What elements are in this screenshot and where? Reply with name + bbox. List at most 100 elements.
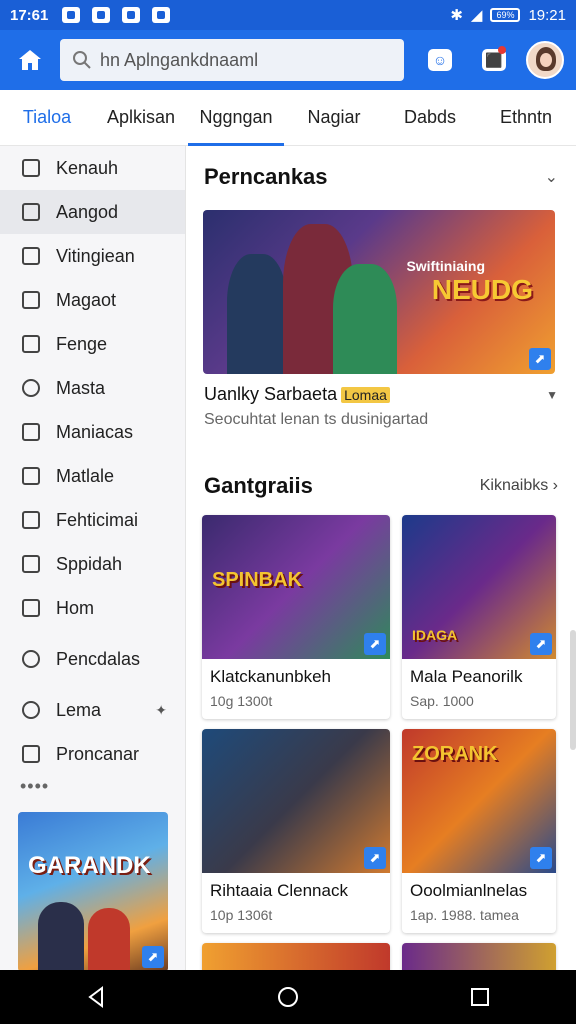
sidebar-item-label: Proncanar — [56, 743, 140, 764]
sidebar-item-sppidah[interactable]: Sppidah — [0, 542, 185, 586]
sidebar-item-fenge[interactable]: Fenge — [0, 322, 185, 366]
featured-subtitle: Seocuhtat lenan ts dusinigartad — [204, 411, 429, 428]
featured-caption: Uanlky Sarbaeta Lomaa ▼ Seocuhtat lenan t… — [186, 374, 576, 429]
home-button[interactable] — [12, 42, 48, 78]
game-card[interactable]: ZORANK ⬈ Ooolmianlnelas 1ap. 1988. tamea — [402, 729, 556, 933]
open-icon[interactable]: ⬈ — [529, 348, 551, 370]
see-all-link[interactable]: Kiknaibks › — [480, 477, 558, 495]
sidebar-item-label: Vitingiean — [56, 245, 135, 266]
sidebar-item-label: Fenge — [56, 333, 108, 354]
sidebar-item-label: Sppidah — [56, 553, 123, 574]
game-title: Rihtaaia Clennack — [210, 881, 348, 900]
featured-title: Perncankas — [204, 164, 328, 189]
game-title: Ooolmianlnelas — [410, 881, 528, 900]
featured-game-title: Uanlky Sarbaeta Lomaa — [204, 384, 390, 405]
document-icon — [22, 555, 40, 573]
sidebar-promo-banner[interactable]: GARANDK ⬈ — [18, 812, 168, 970]
sidebar-item-label: Pencdalas — [56, 648, 141, 669]
sidebar-item-kenauh[interactable]: Kenauh — [0, 146, 185, 190]
app-notification-icon — [62, 7, 81, 23]
games-title: Gantgraiis — [204, 473, 313, 498]
tab-aplkisan[interactable]: Aplkisan — [94, 90, 188, 146]
scrollbar[interactable] — [570, 630, 576, 750]
app-notification-icon — [92, 7, 111, 23]
crop-icon — [22, 511, 40, 529]
game-card[interactable]: IDAGA ⬈ Mala Peanorilk Sap. 1000 — [402, 515, 556, 719]
game-grid: SPINBAK ⬈ Klatckanunbkeh 10g 1300t IDAGA… — [202, 515, 576, 970]
folder-icon — [22, 159, 40, 177]
sidebar-item-magaot[interactable]: Magaot — [0, 278, 185, 322]
app-notification-icon — [152, 7, 171, 23]
tab-nggngan[interactable]: Nggngan — [188, 90, 284, 146]
sidebar-item-label: Lema — [56, 699, 102, 720]
open-icon[interactable]: ⬈ — [142, 946, 164, 968]
featured-tag: Lomaa — [341, 387, 390, 403]
game-thumbnail: SPINBAK ⬈ — [202, 515, 390, 659]
game-card[interactable]: SPINBAK ⬈ Klatckanunbkeh 10g 1300t — [202, 515, 390, 719]
game-card[interactable] — [402, 943, 556, 970]
sidebar-item-matlale[interactable]: Matlale — [0, 454, 185, 498]
sidebar-item-maniacas[interactable]: Maniacas — [0, 410, 185, 454]
sidebar-item-label: Kenauh — [56, 157, 119, 178]
featured-header: Perncankas ⌄ — [186, 164, 576, 190]
tab-nagiar[interactable]: Nagiar — [284, 90, 384, 146]
sidebar-item-lema[interactable]: Lema ✦ — [0, 688, 185, 732]
sidebar-item-fehticimai[interactable]: Fehticimai — [0, 498, 185, 542]
open-icon[interactable]: ⬈ — [364, 847, 386, 869]
tab-tialoa[interactable]: Tialoa — [0, 90, 94, 146]
game-meta: Sap. 1000 — [410, 693, 474, 709]
avatar[interactable] — [526, 41, 564, 79]
sidebar-item-label: Magaot — [56, 289, 117, 310]
open-icon[interactable]: ⬈ — [530, 633, 552, 655]
home-icon — [19, 50, 41, 70]
sidebar-item-aangod[interactable]: Aangod — [0, 190, 185, 234]
game-logo: ZORANK — [412, 743, 498, 765]
game-card[interactable] — [202, 943, 390, 970]
search-icon — [73, 51, 91, 69]
app-notification-icon — [122, 7, 141, 23]
status-clock: 19:21 — [528, 6, 566, 24]
system-nav-bar — [0, 970, 576, 1024]
square-recents-icon — [471, 988, 489, 1006]
back-button[interactable] — [76, 977, 116, 1017]
recents-button[interactable] — [460, 977, 500, 1017]
game-card[interactable]: ⬈ Rihtaaia Clennack 10p 1306t — [202, 729, 390, 933]
chevron-down-icon[interactable]: ⌄ — [545, 167, 558, 187]
caret-down-icon[interactable]: ▼ — [546, 388, 558, 402]
gamepad-icon — [22, 379, 40, 397]
main-content: Perncankas ⌄ Swiftiniaing NEUDG ⬈ Uanlky… — [186, 146, 576, 970]
more-icon[interactable]: •••• — [0, 776, 185, 802]
hero-character — [333, 264, 397, 374]
tab-bar: Tialoa Aplkisan Nggngan Nagiar Dabds Eth… — [0, 90, 576, 146]
search-input[interactable] — [100, 49, 380, 71]
sidebar-item-hom[interactable]: Hom — [0, 586, 185, 630]
message-button[interactable]: ☺ — [422, 42, 458, 78]
search-bar[interactable] — [60, 39, 404, 81]
circle-home-icon — [278, 987, 298, 1007]
open-icon[interactable]: ⬈ — [530, 847, 552, 869]
sidebar-item-masta[interactable]: Masta — [0, 366, 185, 410]
sidebar-item-proncanar[interactable]: Proncanar — [0, 732, 185, 776]
expand-plus-icon[interactable]: ✦ — [155, 702, 167, 719]
open-icon[interactable]: ⬈ — [364, 633, 386, 655]
sidebar-item-label: Hom — [56, 597, 95, 618]
tab-ethntn[interactable]: Ethntn — [476, 90, 576, 146]
sidebar-item-pencdalas[interactable]: Pencdalas — [0, 630, 185, 688]
promo-character — [88, 908, 130, 970]
featured-banner[interactable]: Swiftiniaing NEUDG ⬈ — [203, 210, 555, 374]
featured-game-name: Uanlky Sarbaeta — [204, 384, 338, 404]
sidebar-item-label: Matlale — [56, 465, 115, 486]
sidebar: Kenauh Aangod Vitingiean Magaot Fenge Ma… — [0, 146, 186, 970]
checkbox-icon — [22, 203, 40, 221]
game-logo: SPINBAK — [212, 569, 303, 591]
sidebar-item-vitingiean[interactable]: Vitingiean — [0, 234, 185, 278]
tab-dabds[interactable]: Dabds — [384, 90, 476, 146]
see-all-label: Kiknaibks — [479, 477, 549, 494]
game-title: Klatckanunbkeh — [210, 667, 331, 686]
game-meta: 1ap. 1988. tamea — [410, 907, 519, 923]
mail-icon — [22, 745, 40, 763]
chart-icon — [22, 247, 40, 265]
notification-button[interactable]: ⬛ — [476, 42, 512, 78]
hero-logo: NEUDG — [431, 274, 533, 305]
home-nav-button[interactable] — [268, 977, 308, 1017]
